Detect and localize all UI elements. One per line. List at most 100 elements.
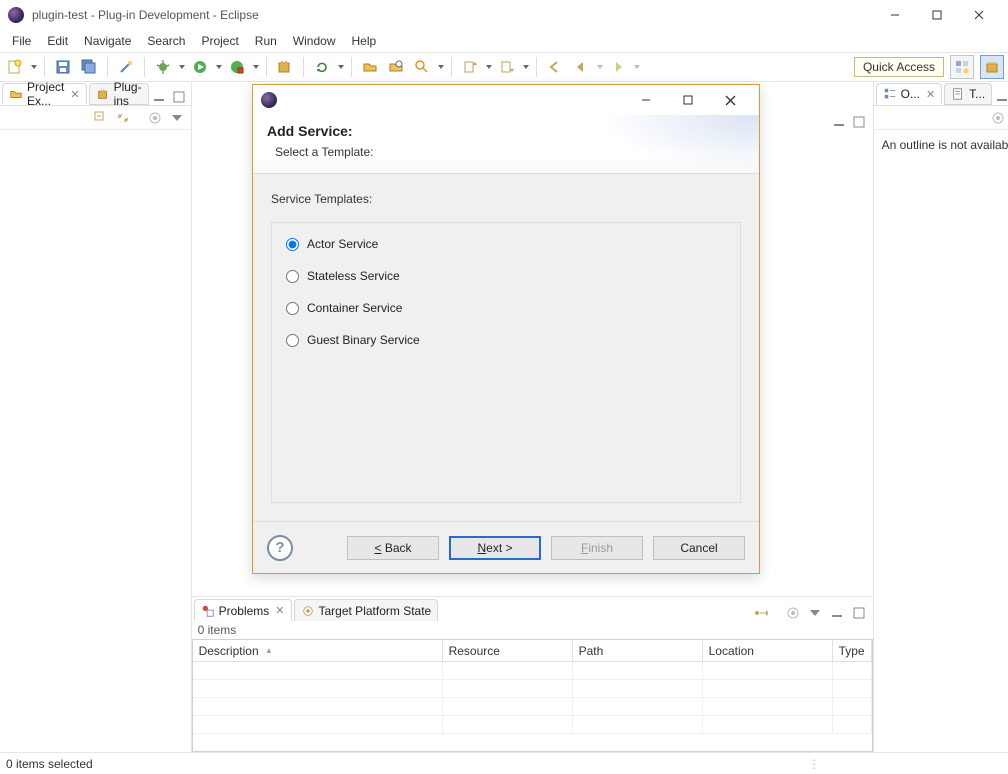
col-description[interactable]: Description▴	[193, 640, 443, 662]
window-title: plugin-test - Plug-in Development - Ecli…	[32, 8, 874, 22]
radio-input[interactable]	[286, 334, 299, 347]
table-row[interactable]	[193, 716, 872, 734]
new-plugin-icon[interactable]	[274, 56, 296, 78]
tab-label: Project Ex...	[27, 80, 64, 108]
tab-project-explorer[interactable]: Project Ex... ✕	[2, 83, 87, 105]
next-annotation-icon[interactable]	[496, 56, 518, 78]
radio-actor-service[interactable]: Actor Service	[286, 237, 726, 251]
table-row[interactable]	[193, 680, 872, 698]
link-editor-icon[interactable]	[115, 110, 131, 126]
nav-fwd-dropdown[interactable]	[633, 56, 640, 78]
col-path[interactable]: Path	[573, 640, 703, 662]
radio-guest-binary-service[interactable]: Guest Binary Service	[286, 333, 726, 347]
quick-access-field[interactable]: Quick Access	[854, 57, 944, 77]
nav-back-icon[interactable]	[570, 56, 592, 78]
minimize-view-icon[interactable]	[151, 89, 167, 105]
refresh-dropdown[interactable]	[337, 56, 344, 78]
back-hist-icon[interactable]	[544, 56, 566, 78]
maximize-view-icon[interactable]	[171, 89, 187, 105]
project-explorer-toolbar	[0, 106, 191, 130]
next-button[interactable]: Next >	[449, 536, 541, 560]
nav-fwd-icon[interactable]	[607, 56, 629, 78]
menu-run[interactable]: Run	[247, 32, 285, 50]
collapse-all-icon[interactable]	[93, 110, 109, 126]
menu-navigate[interactable]: Navigate	[76, 32, 139, 50]
view-menu-icon[interactable]	[169, 110, 185, 126]
search-dropdown[interactable]	[437, 56, 444, 78]
focus-task-icon[interactable]	[147, 110, 163, 126]
run-last-icon[interactable]	[226, 56, 248, 78]
tab-problems[interactable]: Problems ✕	[194, 599, 292, 621]
menu-edit[interactable]: Edit	[39, 32, 76, 50]
open-type-icon[interactable]	[359, 56, 381, 78]
search-icon[interactable]	[411, 56, 433, 78]
dialog-titlebar[interactable]	[253, 85, 759, 115]
tab-tasks[interactable]: T...	[944, 83, 992, 105]
maximize-editor-icon[interactable]	[851, 114, 867, 130]
main-toolbar: Quick Access	[0, 52, 1008, 82]
cancel-button[interactable]: Cancel	[653, 536, 745, 560]
save-all-icon[interactable]	[78, 56, 100, 78]
menu-file[interactable]: File	[4, 32, 39, 50]
close-button[interactable]	[958, 1, 1000, 29]
dialog-subtitle: Select a Template:	[267, 145, 745, 159]
menu-help[interactable]: Help	[344, 32, 385, 50]
maximize-view-icon[interactable]	[851, 605, 867, 621]
menu-project[interactable]: Project	[193, 32, 246, 50]
project-explorer-tree[interactable]	[0, 130, 191, 752]
run-dropdown[interactable]	[215, 56, 222, 78]
new-icon[interactable]	[4, 56, 26, 78]
minimize-view-icon[interactable]	[994, 89, 1008, 105]
dialog-maximize-button[interactable]	[667, 86, 709, 114]
new-dropdown[interactable]	[30, 56, 37, 78]
radio-input[interactable]	[286, 270, 299, 283]
col-resource[interactable]: Resource	[443, 640, 573, 662]
table-row[interactable]	[193, 662, 872, 680]
plugin-dev-perspective-button[interactable]	[980, 55, 1004, 79]
close-icon[interactable]: ✕	[70, 88, 79, 101]
back-button[interactable]: < Back	[347, 536, 439, 560]
nav-back-dropdown[interactable]	[596, 56, 603, 78]
tab-target-platform[interactable]: Target Platform State	[294, 599, 439, 621]
finish-button[interactable]: Finish	[551, 536, 643, 560]
minimize-button[interactable]	[874, 1, 916, 29]
problems-table[interactable]: Description▴ Resource Path Location Type	[192, 639, 873, 752]
view-menu-icon[interactable]	[807, 605, 823, 621]
next-ann-dropdown[interactable]	[522, 56, 529, 78]
radio-container-service[interactable]: Container Service	[286, 301, 726, 315]
dialog-minimize-button[interactable]	[625, 86, 667, 114]
minimize-view-icon[interactable]	[829, 605, 845, 621]
minimize-editor-icon[interactable]	[831, 114, 847, 130]
tab-plugins[interactable]: Plug-ins	[89, 83, 149, 105]
filter-icon[interactable]	[785, 605, 801, 621]
maximize-button[interactable]	[916, 1, 958, 29]
menu-search[interactable]: Search	[139, 32, 193, 50]
sash-grip-icon[interactable]: ⋮	[808, 757, 822, 771]
debug-icon[interactable]	[152, 56, 174, 78]
col-type[interactable]: Type	[833, 640, 872, 662]
radio-stateless-service[interactable]: Stateless Service	[286, 269, 726, 283]
col-location[interactable]: Location	[703, 640, 833, 662]
menu-window[interactable]: Window	[285, 32, 344, 50]
bottom-panel: Problems ✕ Target Platform State 0 i	[192, 596, 873, 752]
close-icon[interactable]: ✕	[926, 88, 935, 101]
run-icon[interactable]	[189, 56, 211, 78]
open-task-icon[interactable]	[385, 56, 407, 78]
table-row[interactable]	[193, 698, 872, 716]
prev-ann-dropdown[interactable]	[485, 56, 492, 78]
radio-input[interactable]	[286, 238, 299, 251]
open-perspective-button[interactable]	[950, 55, 974, 79]
focus-task-icon[interactable]	[753, 605, 769, 621]
debug-dropdown[interactable]	[178, 56, 185, 78]
wand-icon[interactable]	[115, 56, 137, 78]
close-icon[interactable]: ✕	[275, 604, 284, 617]
focus-task-icon[interactable]	[990, 110, 1006, 126]
prev-annotation-icon[interactable]	[459, 56, 481, 78]
run-last-dropdown[interactable]	[252, 56, 259, 78]
help-button[interactable]: ?	[267, 535, 293, 561]
radio-input[interactable]	[286, 302, 299, 315]
dialog-close-button[interactable]	[709, 86, 751, 114]
save-icon[interactable]	[52, 56, 74, 78]
refresh-icon[interactable]	[311, 56, 333, 78]
tab-outline[interactable]: O... ✕	[876, 83, 943, 105]
